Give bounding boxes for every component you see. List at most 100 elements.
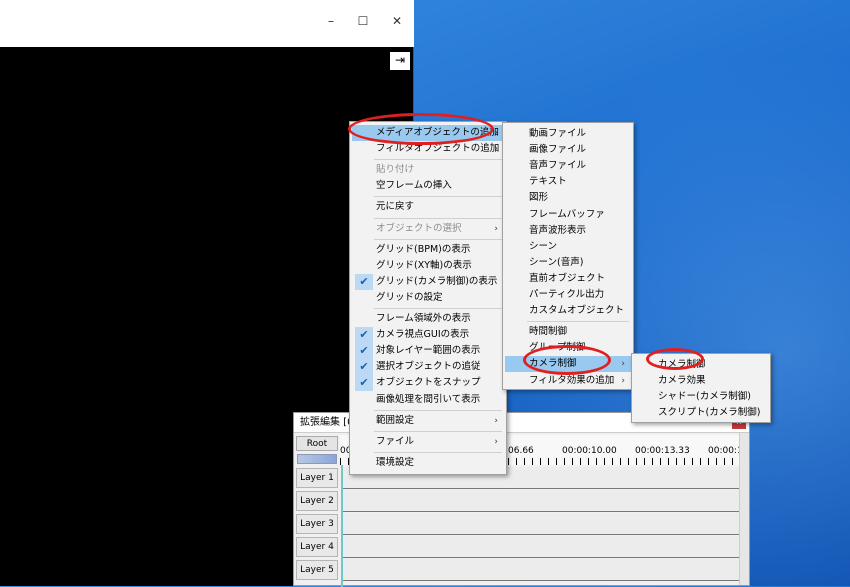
- collapse-panel-icon[interactable]: ⇥: [390, 52, 410, 70]
- menu-item-label: 音声波形表示: [529, 224, 587, 236]
- checkmark-icon: ✔: [355, 327, 373, 344]
- chevron-right-icon: ›: [621, 359, 625, 370]
- layer-label[interactable]: Layer 4: [296, 537, 338, 557]
- menu-item[interactable]: 図形: [505, 190, 631, 206]
- menu-item-label: シーン: [529, 240, 558, 252]
- menu-item[interactable]: 直前オブジェクト: [505, 271, 631, 287]
- menu-item[interactable]: 元に戻す: [352, 199, 504, 215]
- menu-item[interactable]: パーティクル出力: [505, 287, 631, 303]
- menu-item-label: 図形: [529, 192, 549, 204]
- chevron-right-icon: ›: [494, 144, 498, 155]
- layer-row: Layer 3: [294, 513, 749, 535]
- menu-item-label: 動画ファイル: [529, 128, 587, 139]
- layer-label[interactable]: Layer 5: [296, 560, 338, 580]
- menu-item[interactable]: 動画ファイル: [505, 126, 631, 142]
- layer-track[interactable]: [341, 559, 741, 581]
- menu-separator: [374, 409, 502, 411]
- menu-separator: [374, 238, 502, 240]
- chevron-right-icon: ›: [494, 415, 498, 426]
- checkmark-icon: ✔: [355, 359, 373, 376]
- menu-item[interactable]: ファイル ›: [352, 434, 504, 450]
- window-titlebar: – ☐ ✕: [0, 0, 414, 47]
- layer-track[interactable]: [341, 536, 741, 558]
- menu-separator: [374, 451, 502, 453]
- annotation-oval: [348, 113, 494, 145]
- menu-item: 貼り付け: [352, 162, 504, 178]
- menu-item[interactable]: シャドー(カメラ制御): [634, 389, 768, 405]
- menu-item[interactable]: 音声波形表示: [505, 223, 631, 239]
- menu-item-label: ファイル: [376, 435, 415, 447]
- menu-item[interactable]: カスタムオブジェクト: [505, 303, 631, 319]
- menu-item[interactable]: 空フレームの挿入: [352, 178, 504, 194]
- layer-row: Layer 4: [294, 536, 749, 558]
- menu-item[interactable]: 環境設定: [352, 455, 504, 471]
- vertical-scrollbar[interactable]: [739, 433, 749, 585]
- root-button[interactable]: Root: [296, 436, 338, 451]
- layer-row: Layer 5: [294, 559, 749, 581]
- menu-item[interactable]: グリッド(XY軸)の表示: [352, 258, 504, 274]
- menu-item[interactable]: ✔ オブジェクトをスナップ: [352, 375, 504, 392]
- layer-label[interactable]: Layer 1: [296, 468, 338, 488]
- menu-item-label: オブジェクトをスナップ: [376, 377, 481, 389]
- menu-separator: [527, 321, 629, 323]
- menu-item[interactable]: 画像処理を間引いて表示: [352, 392, 504, 408]
- menu-item-label: 画像処理を間引いて表示: [376, 393, 481, 405]
- zoom-slider[interactable]: [297, 454, 337, 464]
- menu-item-label: 時間制御: [529, 326, 568, 338]
- menu-item-label: グリッド(BPM)の表示: [376, 243, 471, 255]
- menu-item-label: オブジェクトの選択: [376, 222, 462, 234]
- menu-item[interactable]: シーン(音声): [505, 255, 631, 271]
- layer-label[interactable]: Layer 2: [296, 491, 338, 511]
- minimize-button[interactable]: –: [320, 10, 342, 32]
- menu-item[interactable]: フレーム領域外の表示: [352, 311, 504, 327]
- layer-track[interactable]: [341, 490, 741, 512]
- annotation-oval: [646, 348, 704, 370]
- context-menu: メディアオブジェクトの追加 › フィルタオブジェクトの追加 › 貼り付け 空フレームの挿入…: [349, 121, 507, 475]
- menu-item[interactable]: グリッドの設定: [352, 290, 504, 306]
- menu-separator: [374, 196, 502, 198]
- menu-separator: [374, 159, 502, 161]
- menu-item-label: 空フレームの挿入: [376, 180, 452, 192]
- menu-item[interactable]: 画像ファイル: [505, 142, 631, 158]
- menu-item-label: 音声ファイル: [529, 160, 587, 172]
- playhead-cursor[interactable]: [341, 465, 343, 587]
- ruler-label: 06.66: [508, 446, 534, 456]
- layer-label[interactable]: Layer 3: [296, 514, 338, 534]
- menu-item-label: シャドー(カメラ制御): [658, 391, 751, 402]
- menu-item-label: 元に戻す: [376, 201, 415, 213]
- checkmark-icon: ✔: [355, 343, 373, 360]
- menu-item-label: 対象レイヤー範囲の表示: [376, 345, 481, 357]
- menu-item[interactable]: カメラ効果: [634, 373, 768, 389]
- menu-item[interactable]: ✔ 対象レイヤー範囲の表示: [352, 343, 504, 360]
- menu-item[interactable]: ✔ グリッド(カメラ制御)の表示: [352, 273, 504, 290]
- menu-item[interactable]: フレームバッファ: [505, 207, 631, 223]
- menu-item-label: フレーム領域外の表示: [376, 313, 471, 324]
- menu-item[interactable]: 範囲設定 ›: [352, 413, 504, 429]
- menu-separator: [374, 217, 502, 219]
- menu-item-label: カスタムオブジェクト: [529, 305, 625, 317]
- menu-item[interactable]: 音声ファイル: [505, 158, 631, 174]
- menu-item[interactable]: ✔ 選択オブジェクトの追従: [352, 359, 504, 376]
- menu-item[interactable]: スクリプト(カメラ制御): [634, 405, 768, 421]
- menu-item[interactable]: テキスト: [505, 174, 631, 190]
- menu-item-label: パーティクル出力: [529, 289, 605, 300]
- menu-separator: [374, 308, 502, 309]
- layer-track[interactable]: [341, 513, 741, 535]
- menu-item-label: グリッド(カメラ制御)の表示: [376, 275, 498, 287]
- menu-item-label: フレームバッファ: [529, 208, 605, 220]
- menu-item[interactable]: シーン: [505, 239, 631, 255]
- menu-item-label: 貼り付け: [376, 164, 415, 176]
- annotation-oval: [523, 345, 611, 375]
- menu-item-label: シーン(音声): [529, 256, 584, 268]
- close-button[interactable]: ✕: [386, 10, 408, 32]
- menu-item[interactable]: 時間制御: [505, 324, 631, 340]
- menu-item[interactable]: グリッド(BPM)の表示: [352, 242, 504, 258]
- menu-item-label: カメラ効果: [658, 375, 706, 386]
- menu-item[interactable]: ✔ カメラ視点GUIの表示: [352, 327, 504, 344]
- ruler-label: 00:00:13.33: [635, 446, 690, 456]
- maximize-button[interactable]: ☐: [352, 10, 374, 32]
- menu-item-label: グリッド(XY軸)の表示: [376, 259, 472, 271]
- menu-item-label: テキスト: [529, 176, 567, 188]
- menu-separator: [374, 430, 502, 432]
- menu-item-label: 選択オブジェクトの追従: [376, 361, 481, 373]
